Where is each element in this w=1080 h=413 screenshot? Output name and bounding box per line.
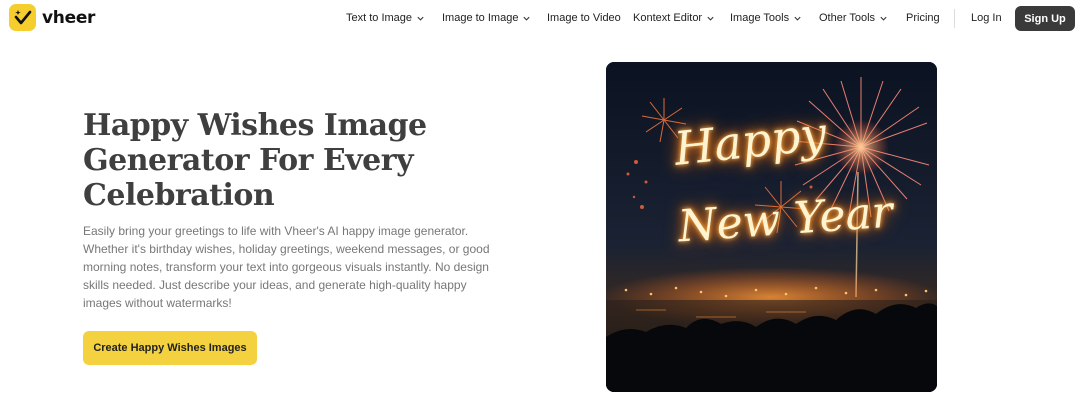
hero-image: Happy New Year [606,62,937,392]
nav-image-tools[interactable]: Image Tools [730,12,802,24]
nav-item-label: Image Tools [730,12,790,24]
chevron-down-icon [523,16,531,21]
nav-other-tools[interactable]: Other Tools [819,12,888,24]
nav-divider [954,9,955,28]
brand-name: vheer [42,7,96,28]
nav-image-to-image[interactable]: Image to Image [442,12,531,24]
nav-item-label: Image to Image [442,12,519,24]
nav-item-label: Text to Image [346,12,413,24]
hero-description: Easily bring your greetings to life with… [83,224,490,310]
nav-pricing[interactable]: Pricing [906,12,940,24]
nav-item-label: Image to Video [547,12,621,24]
nav-item-label: Pricing [906,12,940,24]
create-images-button[interactable]: Create Happy Wishes Images [83,331,257,365]
top-nav: vheer Text to Image Image to Image Image… [0,0,1080,38]
page-title: Happy Wishes Image Generator For Every C… [83,108,427,213]
chevron-down-icon [794,16,801,21]
chevron-down-icon [880,16,887,21]
signup-button[interactable]: Sign Up [1015,6,1075,31]
logo[interactable]: vheer [9,4,95,31]
chevron-down-icon [417,16,424,21]
chevron-down-icon [707,16,714,21]
nav-image-to-video[interactable]: Image to Video [547,12,621,24]
nav-kontext-editor[interactable]: Kontext Editor [633,12,715,24]
nav-item-label: Kontext Editor [633,12,703,24]
nav-item-label: Other Tools [819,12,876,24]
vheer-logo-icon [9,4,36,31]
login-link[interactable]: Log In [971,12,1002,24]
nav-text-to-image[interactable]: Text to Image [346,12,425,24]
